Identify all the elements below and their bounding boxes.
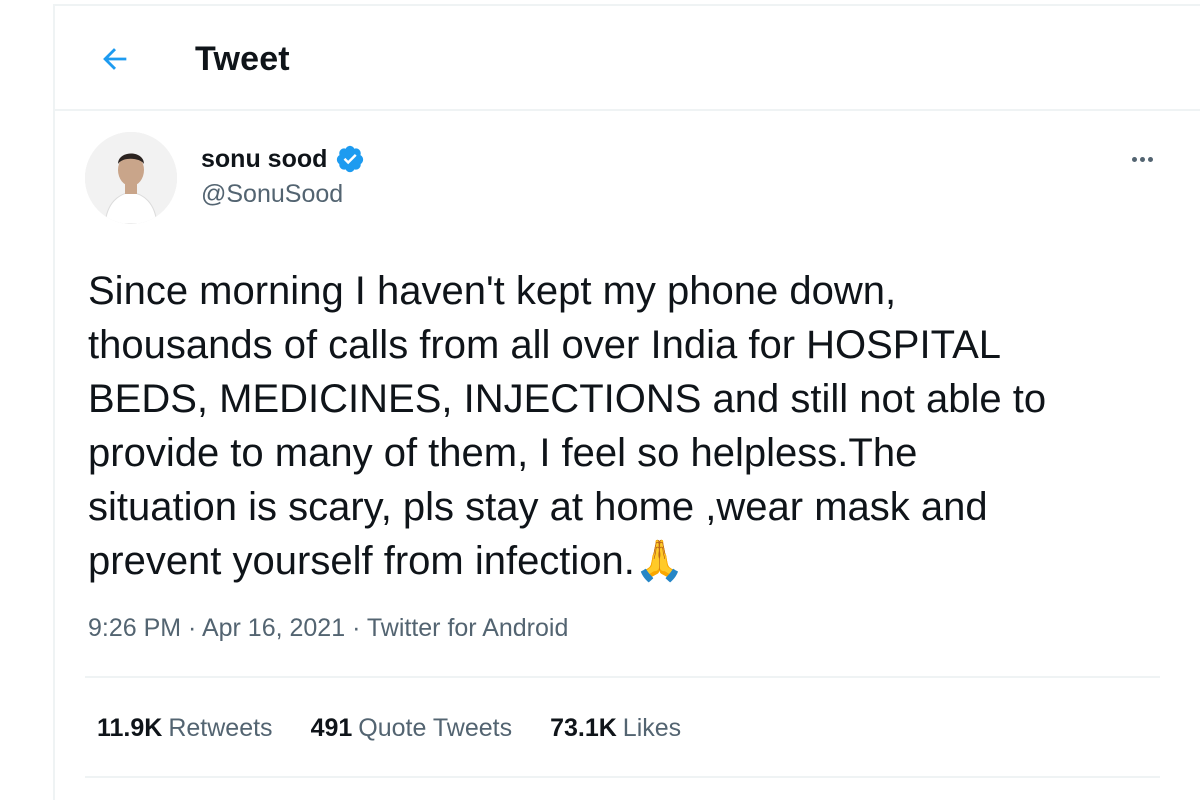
divider xyxy=(85,776,1160,778)
tweet-stats: 11.9K Retweets 491 Quote Tweets 73.1K Likes xyxy=(97,714,681,743)
author-block: sonu sood @SonuSood xyxy=(201,142,365,209)
likes-stat[interactable]: 73.1K Likes xyxy=(550,714,681,743)
likes-label: Likes xyxy=(622,714,682,742)
tweet-column: Tweet sonu sood @SonuSood Since morning … xyxy=(53,4,1200,800)
avatar-photo-icon xyxy=(85,132,177,224)
likes-count: 73.1K xyxy=(550,714,617,742)
tweet-source-link[interactable]: Twitter for Android xyxy=(367,614,568,642)
tweet-meta: 9:26 PM · Apr 16, 2021 · Twitter for And… xyxy=(88,614,568,643)
avatar[interactable] xyxy=(85,132,177,224)
retweets-label: Retweets xyxy=(168,714,273,742)
header-bar: Tweet xyxy=(55,6,1200,111)
meta-separator: · xyxy=(181,614,202,642)
more-dot xyxy=(1147,156,1153,162)
page: Tweet sonu sood @SonuSood Since morning … xyxy=(0,0,1200,800)
retweets-count: 11.9K xyxy=(97,714,163,742)
author-name-row: sonu sood xyxy=(201,142,365,176)
meta-separator: · xyxy=(345,614,367,642)
quote-tweets-stat[interactable]: 491 Quote Tweets xyxy=(311,714,513,743)
more-dots-icon xyxy=(1131,156,1137,162)
quote-tweets-count: 491 xyxy=(310,714,353,742)
more-options-button[interactable] xyxy=(1124,144,1160,174)
author-name[interactable]: sonu sood xyxy=(201,145,327,174)
quote-tweets-label: Quote Tweets xyxy=(358,714,513,742)
divider xyxy=(85,676,1160,678)
tweet-text: Since morning I haven't kept my phone do… xyxy=(88,269,1047,583)
arrow-left-icon xyxy=(103,48,127,70)
author-handle[interactable]: @SonuSood xyxy=(201,180,365,209)
tweet-time-link[interactable]: 9:26 PM xyxy=(88,614,181,642)
retweets-stat[interactable]: 11.9K Retweets xyxy=(97,714,273,743)
more-dot xyxy=(1139,156,1145,162)
tweet-date-link[interactable]: Apr 16, 2021 xyxy=(202,614,345,642)
verified-badge-icon xyxy=(337,145,364,173)
page-title: Tweet xyxy=(195,40,290,78)
back-button[interactable] xyxy=(93,37,137,81)
